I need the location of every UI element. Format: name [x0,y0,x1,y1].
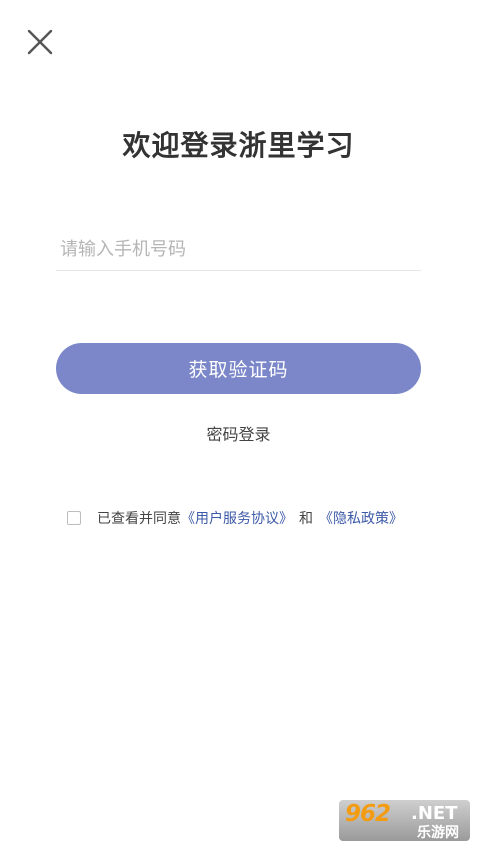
agreement-row: 已查看并同意 《用户服务协议》 和 《隐私政策》 [67,507,403,529]
page-title: 欢迎登录浙里学习 [122,129,355,162]
watermark-main: 962 [345,801,391,827]
agreement-prefix: 已查看并同意 [97,511,181,527]
close-button[interactable] [24,26,56,58]
user-agreement-link[interactable]: 《用户服务协议》 [181,508,293,528]
watermark-sub: 乐游网 [417,825,459,841]
close-icon [27,29,53,55]
phone-field [56,230,429,271]
privacy-policy-link[interactable]: 《隐私政策》 [319,508,403,528]
agreement-and: 和 [299,511,313,527]
get-code-button[interactable]: 获取验证码 [56,343,421,394]
password-login-link[interactable]: 密码登录 [0,421,477,445]
watermark-logo: 962 .NET 乐游网 [339,800,470,841]
phone-input[interactable] [56,230,429,268]
watermark-net: .NET [411,803,458,824]
agreement-checkbox[interactable] [67,511,81,525]
